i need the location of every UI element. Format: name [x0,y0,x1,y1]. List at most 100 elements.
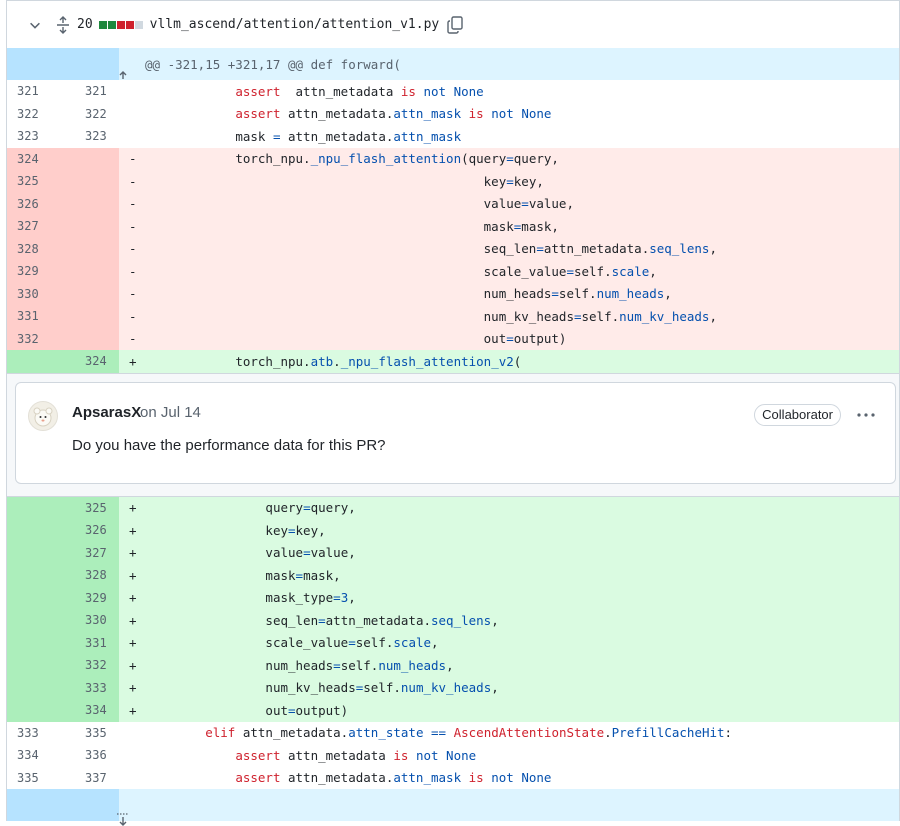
code-token: = [566,263,574,279]
deleted-line: 326 - value=value, [7,192,899,216]
hunk-header: @@ -321,15 +321,17 @@ def forward( [7,48,899,84]
old-line-number[interactable] [7,654,63,677]
old-line-number[interactable] [7,699,63,722]
avatar[interactable] [28,400,58,431]
copy-icon[interactable] [447,15,465,34]
new-line-number[interactable]: 322 [63,103,119,126]
file-path[interactable]: vllm_ascend/attention/attention_v1.py [150,17,440,32]
new-line-number[interactable]: 321 [63,80,119,103]
code-token: assert [235,83,281,99]
old-line-number[interactable]: 323 [7,125,63,148]
new-line-number[interactable]: 330 [63,609,119,632]
new-line-number[interactable]: 332 [63,654,119,677]
old-line-number[interactable]: 333 [7,722,63,745]
old-line-number[interactable] [7,542,63,565]
role-badge: Collaborator [754,403,841,426]
old-line-number[interactable]: 332 [7,328,63,351]
old-line-number[interactable]: 331 [7,305,63,328]
old-line-number[interactable] [7,497,63,520]
code-token: seq_len [483,241,537,257]
deleted-line: 330- num_heads=self.num_heads, [7,282,899,306]
old-line-number[interactable] [7,587,63,610]
new-line-number[interactable]: 325 [63,497,119,520]
code-token: attn_mask [393,770,462,786]
code-token: = [551,286,559,302]
code-token: mask, [521,218,559,234]
code-token: output) [295,702,349,718]
old-line-number[interactable] [7,564,63,587]
new-line-number[interactable]: 323 [63,125,119,148]
new-line-number[interactable] [63,215,119,238]
new-line-number[interactable]: 336 [63,744,119,767]
new-line-number[interactable] [63,148,119,171]
new-line-number[interactable]: 331 [63,632,119,655]
comment-author[interactable]: ApsarasX [72,404,141,421]
old-line-number[interactable] [7,632,63,655]
old-line-number[interactable] [7,519,63,542]
new-line-number[interactable] [63,328,119,351]
code-token: is [400,83,416,99]
new-line-number[interactable] [63,283,119,306]
code-token: scale_value [483,263,567,279]
new-line-number[interactable]: 328 [63,564,119,587]
new-line-number[interactable]: 335 [63,722,119,745]
new-line-number[interactable]: 327 [63,542,119,565]
new-line-number[interactable] [63,305,119,328]
new-line-number[interactable] [63,170,119,193]
code-token: num_kv_heads [619,308,710,324]
chevron-down-icon[interactable] [27,17,43,33]
old-line-number[interactable] [7,350,63,373]
diff-sign: + [129,590,137,606]
code-token: attn_state [348,725,424,741]
expand-down-icon[interactable] [55,796,130,826]
code-token: self. [363,680,401,696]
code-token: out [265,702,288,718]
new-line-number[interactable]: 326 [63,519,119,542]
diff-rows-top: 321 321 assert attn_metadata is not None 3… [7,80,899,373]
old-line-number[interactable]: 322 [7,103,63,126]
old-line-number[interactable]: 335 [7,767,63,790]
old-line-number[interactable] [7,609,63,632]
new-line-number[interactable]: 329 [63,587,119,610]
code-token: . [333,353,341,369]
new-line-number[interactable] [63,238,119,261]
diff-sign: + [129,545,137,561]
new-line-number[interactable] [63,260,119,283]
old-line-number[interactable] [7,677,63,700]
more-options-icon[interactable] [855,405,877,425]
old-line-number[interactable]: 329 [7,260,63,283]
code-token: = [536,241,544,257]
comment-thread: ApsarasX on Jul 14 Collaborator Do you h… [7,372,899,497]
old-line-number[interactable]: 330 [7,283,63,306]
diff-rows-bottom: 325 + query=query, 326 + key=key, 327 + value… [7,496,899,790]
diffstat [98,20,143,29]
old-line-number[interactable]: 326 [7,193,63,216]
new-line-number[interactable]: 324 [63,350,119,373]
code-token: AscendAttentionState [453,725,605,741]
old-line-number[interactable]: 334 [7,744,63,767]
code-token: = [348,635,356,651]
deleted-line: 332 - out=output) [7,327,899,351]
code-token: key [265,522,288,538]
comment-date[interactable]: on Jul 14 [140,404,201,421]
added-line: 331 + scale_value=self.scale, [7,631,899,655]
old-line-number[interactable]: 325 [7,170,63,193]
new-line-number[interactable]: 334 [63,699,119,722]
old-line-number[interactable]: 328 [7,238,63,261]
code-token: scale_value [265,635,349,651]
old-line-number[interactable]: 324 [7,148,63,171]
expand-all-icon[interactable] [55,15,71,34]
context-line: 334 336 assert attn_metadata is not None [7,744,899,767]
expand-up-icon[interactable] [55,55,130,84]
new-line-number[interactable] [63,193,119,216]
code-token: = [333,657,341,673]
new-line-number[interactable]: 333 [63,677,119,700]
old-line-number[interactable]: 321 [7,80,63,103]
new-line-number[interactable]: 337 [63,767,119,790]
old-line-number[interactable]: 327 [7,215,63,238]
